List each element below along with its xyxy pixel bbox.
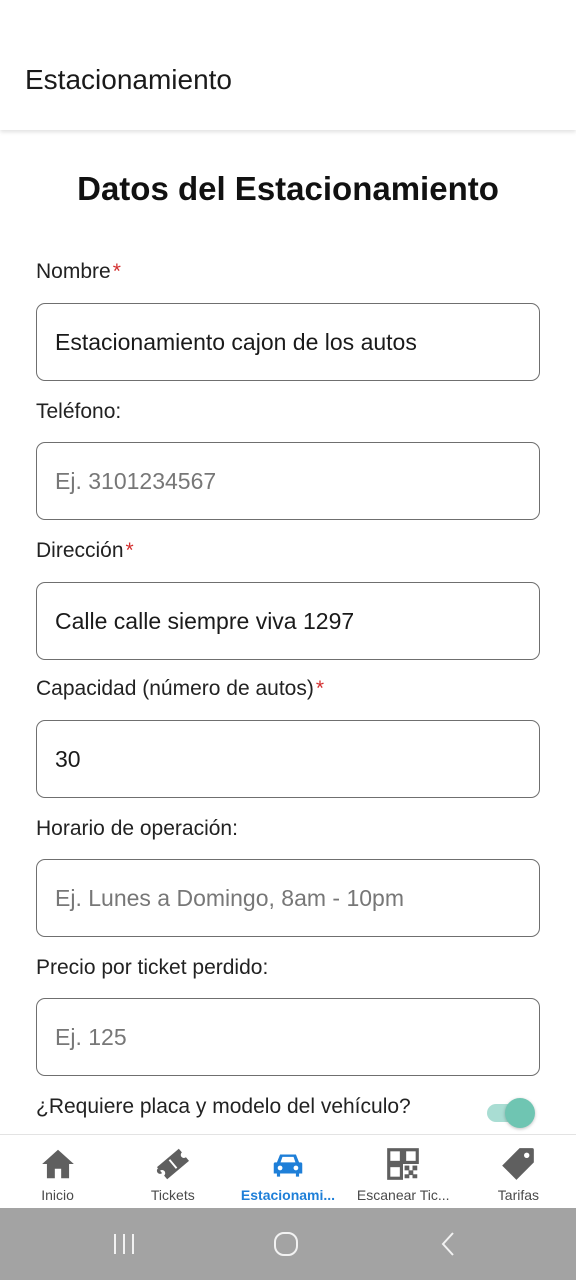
back-icon[interactable] — [428, 1226, 468, 1262]
required-mark: * — [125, 539, 134, 562]
nombre-input[interactable] — [36, 303, 540, 381]
recent-apps-icon[interactable] — [104, 1226, 144, 1262]
nav-item-tickets[interactable]: Tickets — [115, 1135, 230, 1209]
toggle-label-placa-modelo: ¿Requiere placa y modelo del vehículo? — [36, 1095, 411, 1118]
label-capacidad: Capacidad (número de autos)* — [36, 677, 325, 700]
form-content: Datos del Estacionamiento Nombre* Teléfo… — [0, 132, 576, 1134]
required-mark: * — [112, 260, 121, 283]
direccion-input[interactable] — [36, 582, 540, 660]
placa-modelo-toggle[interactable] — [487, 1097, 535, 1128]
required-mark: * — [315, 677, 325, 700]
ticket-icon — [156, 1148, 189, 1180]
nav-label-tarifas: Tarifas — [497, 1187, 540, 1203]
form-title: Datos del Estacionamiento — [77, 170, 499, 207]
label-nombre: Nombre* — [36, 260, 121, 283]
nav-item-estacionamiento[interactable]: Estacionami... — [230, 1135, 345, 1209]
home-icon — [41, 1149, 74, 1179]
tag-icon — [502, 1148, 535, 1180]
toggle-thumb — [505, 1098, 535, 1128]
telefono-input[interactable] — [36, 442, 540, 520]
capacidad-input[interactable] — [36, 720, 540, 798]
nav-item-tarifas[interactable]: Tarifas — [461, 1135, 576, 1209]
home-circle-icon[interactable] — [266, 1226, 306, 1262]
precio-ticket-perdido-input[interactable] — [36, 998, 540, 1076]
qr-code-icon — [387, 1148, 420, 1180]
label-precio-ticket-perdido: Precio por ticket perdido: — [36, 956, 269, 979]
nav-label-tickets: Tickets — [150, 1187, 195, 1203]
nav-label-escanear-ticket: Escanear Tic... — [356, 1187, 450, 1203]
horario-input[interactable] — [36, 859, 540, 937]
nav-item-escanear-ticket[interactable]: Escanear Tic... — [346, 1135, 461, 1209]
nav-label-inicio: Inicio — [41, 1187, 74, 1203]
label-horario: Horario de operación: — [36, 817, 238, 840]
label-direccion: Dirección* — [36, 539, 134, 562]
nav-label-estacionamiento: Estacionami... — [240, 1187, 336, 1203]
bottom-nav: Inicio Tickets Estacionami... Escanear T… — [0, 1134, 576, 1209]
system-navigation-bar — [0, 1208, 576, 1280]
label-telefono: Teléfono: — [36, 400, 122, 423]
car-icon — [273, 1154, 303, 1177]
app-bar: Estacionamiento — [0, 0, 576, 130]
app-bar-title: Estacionamiento — [25, 64, 233, 95]
nav-item-inicio[interactable]: Inicio — [0, 1135, 115, 1209]
